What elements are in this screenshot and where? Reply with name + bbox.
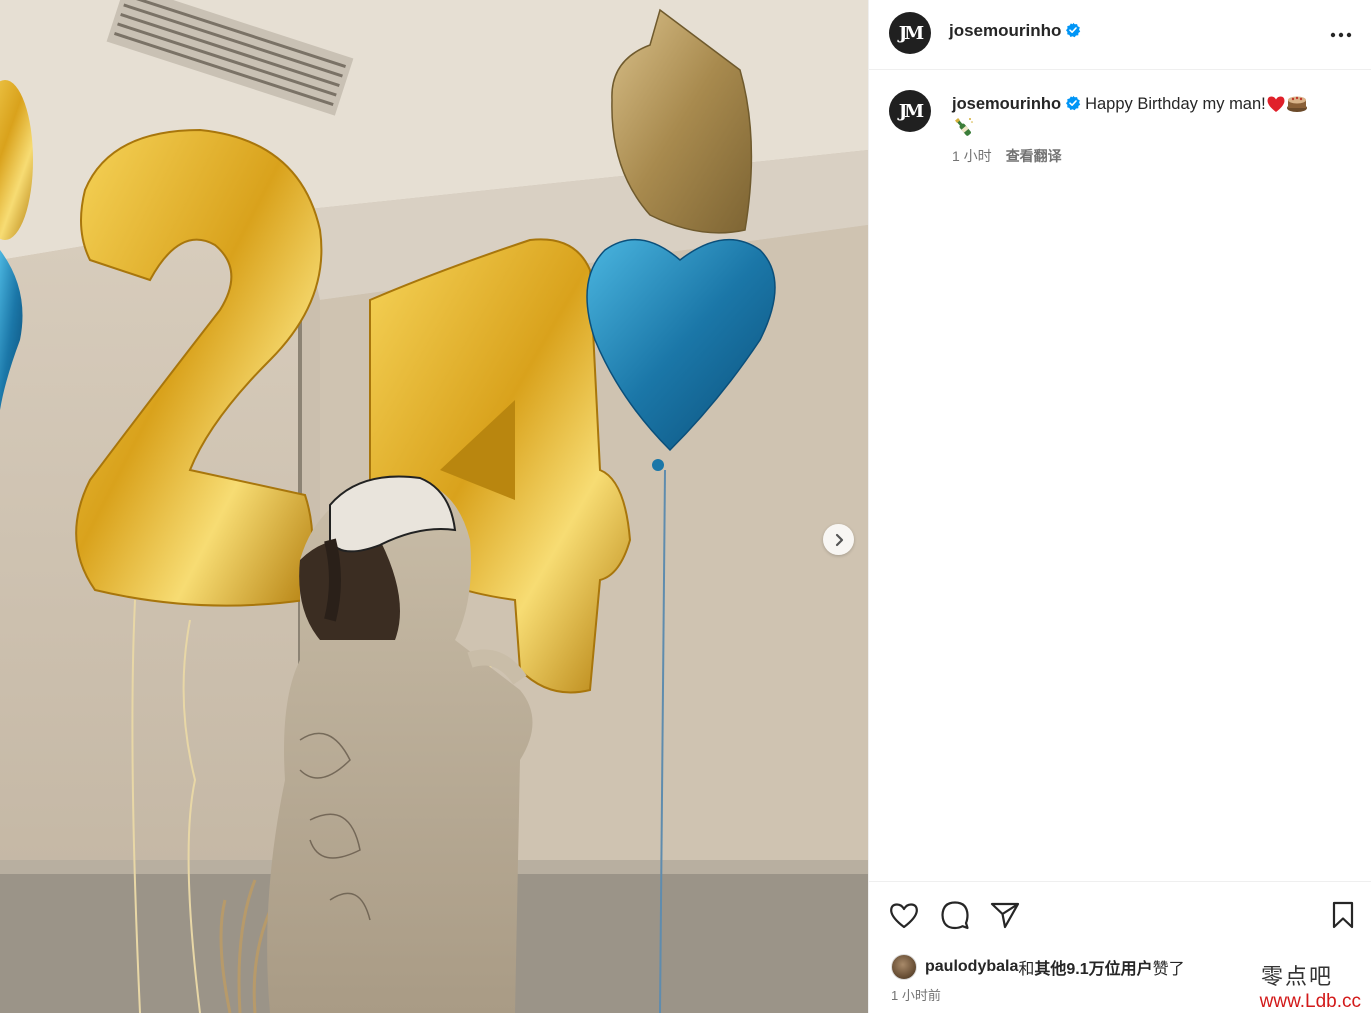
see-translation-link[interactable]: 查看翻译: [1006, 148, 1062, 164]
post-side-panel: JM josemourinho JM josemourinho Happy Bi…: [868, 0, 1371, 1013]
likes-connector: 和: [1018, 961, 1035, 978]
avatar-monogram: JM: [898, 22, 925, 44]
post-timestamp[interactable]: 1 小时前: [891, 985, 941, 1004]
caption-author-avatar[interactable]: JM: [889, 90, 931, 132]
site-watermark: 零点吧 www.Ldb.cc: [1260, 959, 1361, 1013]
author-username-row: josemourinho: [949, 21, 1081, 41]
post-header: JM josemourinho: [869, 0, 1371, 70]
post-photo: [0, 0, 868, 1013]
caption-text: Happy Birthday my man!: [1085, 95, 1266, 113]
save-button[interactable]: [1327, 899, 1359, 931]
send-icon: [990, 902, 1020, 929]
comment-icon: [941, 901, 969, 930]
caption-username[interactable]: josemourinho: [952, 95, 1061, 113]
liker-avatar[interactable]: [891, 954, 917, 980]
post-media[interactable]: [0, 0, 868, 1013]
likes-others-count[interactable]: 其他9.1万位用户: [1034, 955, 1152, 979]
liker-username[interactable]: paulodybala: [925, 958, 1018, 976]
watermark-title: 零点吧: [1260, 965, 1333, 990]
caption-body: josemourinho Happy Birthday my man!: [952, 92, 1352, 141]
watermark-url: www.Ldb.cc: [1259, 991, 1361, 1012]
caption-age: 1 小时: [952, 148, 992, 164]
champagne-icon: [955, 118, 973, 136]
like-button[interactable]: [888, 899, 920, 931]
author-username[interactable]: josemourinho: [949, 21, 1061, 40]
chevron-right-icon: [835, 533, 843, 546]
next-photo-button[interactable]: [823, 524, 854, 555]
red-heart-icon: [1267, 96, 1285, 112]
likes-summary[interactable]: paulodybala 和其他9.1万位用户 赞了: [891, 954, 1185, 980]
bookmark-icon: [1332, 901, 1354, 929]
more-horizontal-icon: [1330, 32, 1352, 38]
caption-avatar-monogram: JM: [898, 100, 925, 122]
comment-button[interactable]: [939, 899, 971, 931]
likes-suffix: 赞了: [1152, 961, 1185, 978]
caption-meta: 1 小时 查看翻译: [952, 146, 1062, 166]
more-options-button[interactable]: [1327, 21, 1355, 49]
author-avatar[interactable]: JM: [889, 12, 931, 54]
verified-badge-icon: [1066, 95, 1081, 111]
heart-icon: [890, 902, 918, 928]
verified-badge-icon: [1066, 22, 1081, 38]
cake-icon: [1286, 96, 1307, 112]
share-button[interactable]: [989, 899, 1021, 931]
